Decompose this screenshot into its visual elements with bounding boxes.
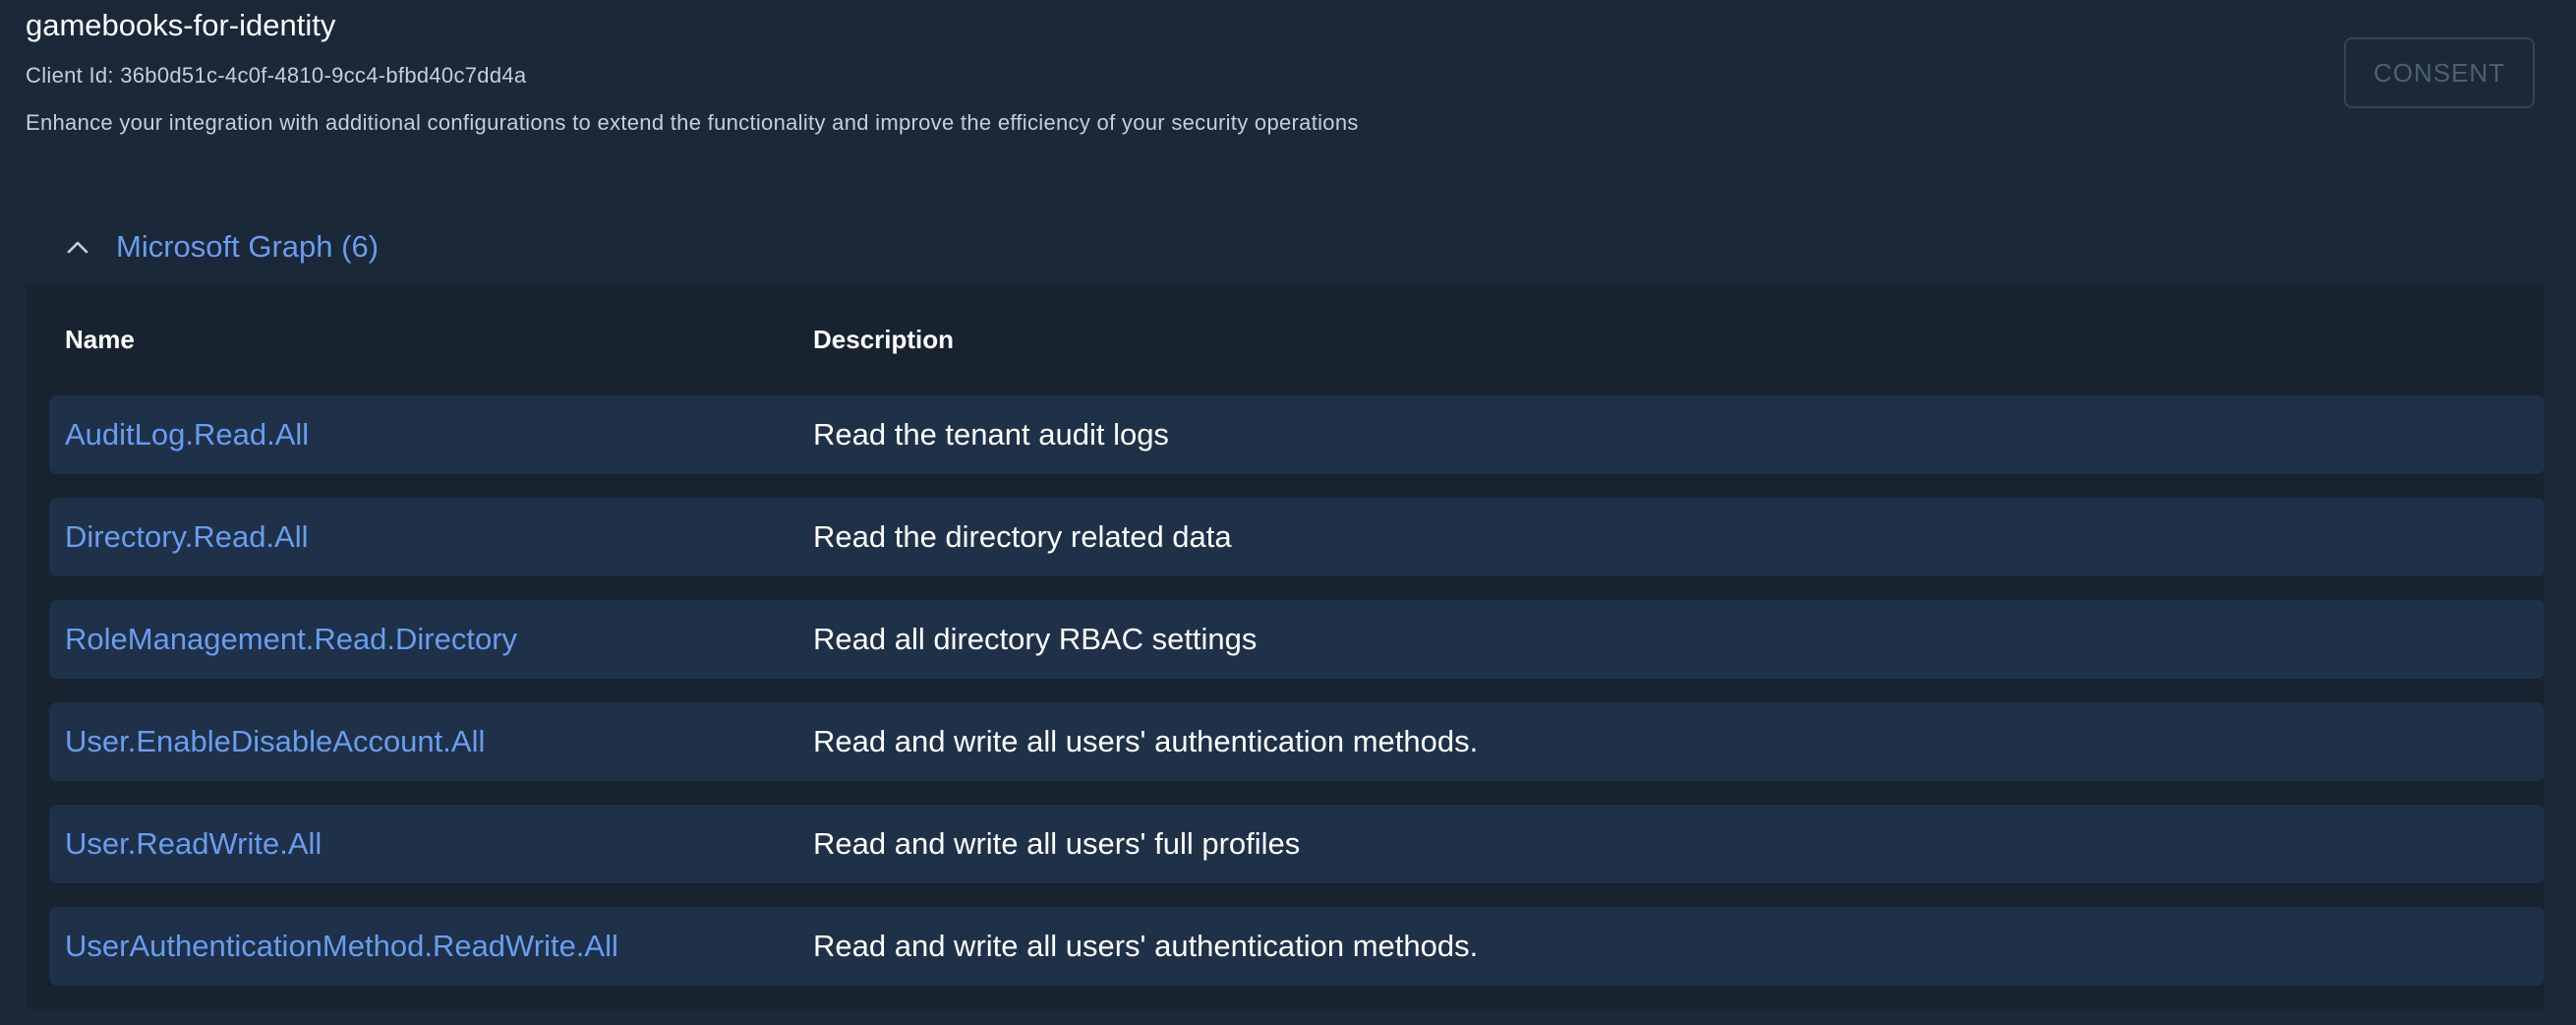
client-id-text: Client Id: 36b0d51c-4c0f-4810-9cc4-bfbd4… <box>26 63 527 88</box>
permission-name-link[interactable]: User.EnableDisableAccount.All <box>65 702 485 781</box>
table-row[interactable]: UserAuthenticationMethod.ReadWrite.All R… <box>49 907 2545 986</box>
microsoft-graph-section-header[interactable]: Microsoft Graph (6) <box>26 209 2545 285</box>
permission-name-link[interactable]: UserAuthenticationMethod.ReadWrite.All <box>65 907 618 986</box>
table-row[interactable]: AuditLog.Read.All Read the tenant audit … <box>49 395 2545 474</box>
permission-description: Read and write all users' full profiles <box>813 826 1301 861</box>
page-title: gamebooks-for-identity <box>26 8 336 42</box>
integration-page: gamebooks-for-identity Client Id: 36b0d5… <box>0 0 2576 1025</box>
table-row[interactable]: RoleManagement.Read.Directory Read all d… <box>49 600 2545 679</box>
table-row[interactable]: User.ReadWrite.All Read and write all us… <box>49 805 2545 883</box>
permission-name-link[interactable]: Directory.Read.All <box>65 498 309 576</box>
table-body: AuditLog.Read.All Read the tenant audit … <box>49 395 2545 1009</box>
permission-name-link[interactable]: RoleManagement.Read.Directory <box>65 600 517 679</box>
section-title: Microsoft Graph (6) <box>116 229 380 264</box>
permission-description: Read all directory RBAC settings <box>813 622 1258 656</box>
chevron-up-icon[interactable] <box>63 232 92 262</box>
column-header-name: Name <box>65 325 135 354</box>
page-description: Enhance your integration with additional… <box>26 110 1359 135</box>
permission-name-link[interactable]: User.ReadWrite.All <box>65 805 322 883</box>
permission-name-link[interactable]: AuditLog.Read.All <box>65 395 309 474</box>
table-row[interactable]: Directory.Read.All Read the directory re… <box>49 498 2545 576</box>
permission-description: Read and write all users' authentication… <box>813 929 1479 963</box>
permission-description: Read and write all users' authentication… <box>813 724 1479 758</box>
permission-description: Read the tenant audit logs <box>813 417 1169 452</box>
column-header-description: Description <box>813 325 955 354</box>
table-header: Name Description <box>26 285 2545 393</box>
table-row[interactable]: User.EnableDisableAccount.All Read and w… <box>49 702 2545 781</box>
permissions-table: Name Description AuditLog.Read.All Read … <box>26 285 2545 1009</box>
consent-button[interactable]: CONSENT <box>2344 37 2535 108</box>
permission-description: Read the directory related data <box>813 519 1232 554</box>
